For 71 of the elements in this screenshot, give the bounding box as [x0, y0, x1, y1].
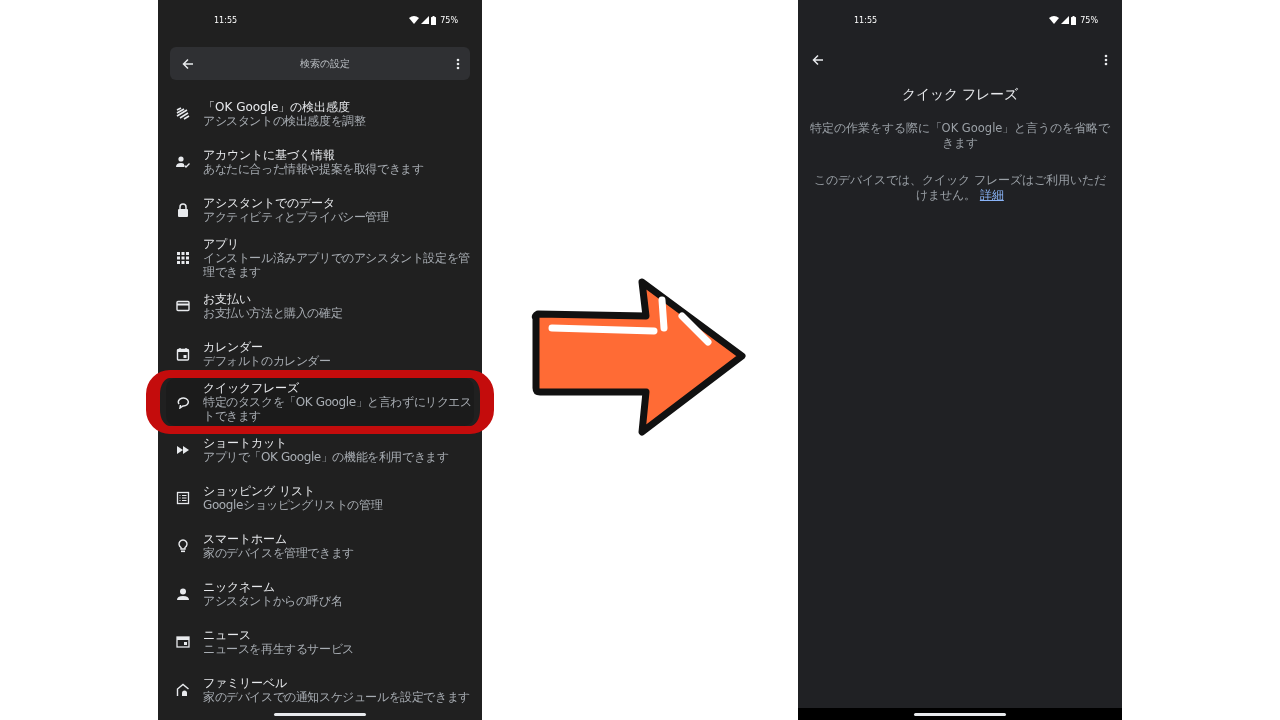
person-icon: [176, 587, 190, 601]
item-subtitle: インストール済みアプリでのアシスタント設定を管理できます: [203, 251, 471, 279]
settings-item[interactable]: アシスタントでのデータ アクティビティとプライバシー管理: [158, 186, 482, 234]
settings-item[interactable]: スマートホーム 家のデバイスを管理できます: [158, 522, 482, 570]
signal-icon: [1061, 16, 1070, 24]
settings-item[interactable]: クイックフレーズ 特定のタスクを「OK Google」と言わずにリクエストできます: [166, 378, 474, 426]
page-title: クイック フレーズ: [900, 86, 1020, 104]
item-subtitle: 家のデバイスを管理できます: [203, 546, 354, 560]
wifi-icon: [1049, 16, 1060, 24]
unavailable-notice: このデバイスでは、クイック フレーズはご利用いただけません。 詳細: [814, 173, 1106, 203]
item-title: お支払い: [203, 292, 252, 306]
more-menu-icon[interactable]: [456, 57, 460, 70]
item-title: アプリ: [203, 237, 240, 251]
item-subtitle: アクティビティとプライバシー管理: [203, 210, 389, 224]
battery-icon: [1071, 15, 1077, 25]
item-subtitle: アプリで「OK Google」の機能を利用できます: [203, 450, 449, 464]
item-title: アシスタントでのデータ: [203, 196, 336, 210]
list-icon: [176, 491, 190, 505]
status-time: 11:55: [854, 15, 878, 25]
settings-item[interactable]: アプリ インストール済みアプリでのアシスタント設定を管理できます: [158, 234, 482, 282]
description-text: 特定の作業をする際に「OK Google」と言うのを省略できます: [808, 121, 1112, 151]
back-icon[interactable]: [812, 54, 824, 66]
item-subtitle: アシスタントの検出感度を調整: [203, 114, 366, 128]
item-subtitle: デフォルトのカレンダー: [203, 354, 331, 368]
fast-forward-icon: [176, 443, 190, 457]
settings-item[interactable]: ニュース ニュースを再生するサービス: [158, 618, 482, 666]
item-title: ファミリーベル: [203, 676, 288, 690]
speech-bubble-icon: [176, 395, 190, 409]
item-title: スマートホーム: [203, 532, 288, 546]
item-subtitle: お支払い方法と購入の確定: [203, 306, 343, 320]
item-subtitle: アシスタントからの呼び名: [203, 594, 343, 608]
lock-icon: [176, 203, 190, 217]
item-title: ショートカット: [203, 436, 288, 450]
more-menu-icon[interactable]: [1104, 54, 1108, 66]
settings-item[interactable]: ショッピング リスト Googleショッピングリストの管理: [158, 474, 482, 522]
item-subtitle: 特定のタスクを「OK Google」と言わずにリクエストできます: [203, 395, 473, 423]
wifi-icon: [409, 16, 420, 24]
home-bell-icon: [176, 683, 190, 697]
item-title: ニュース: [203, 628, 252, 642]
settings-item[interactable]: ニックネーム アシスタントからの呼び名: [158, 570, 482, 618]
item-title: アカウントに基づく情報: [203, 148, 336, 162]
card-icon: [176, 299, 190, 313]
item-subtitle: Googleショッピングリストの管理: [203, 498, 383, 512]
settings-item[interactable]: ファミリーベル 家のデバイスでの通知スケジュールを設定できます: [158, 666, 482, 714]
item-subtitle: ニュースを再生するサービス: [203, 642, 354, 656]
person-check-icon: [176, 155, 190, 169]
details-link[interactable]: 詳細: [979, 188, 1004, 202]
battery-percent: 75%: [440, 15, 458, 25]
item-title: カレンダー: [203, 340, 264, 354]
status-time: 11:55: [214, 15, 238, 25]
news-icon: [176, 635, 190, 649]
battery-icon: [431, 15, 437, 25]
item-title: 「OK Google」の検出感度: [203, 100, 352, 114]
lightbulb-icon: [176, 539, 190, 553]
battery-percent: 75%: [1080, 15, 1098, 25]
grid-icon: [176, 251, 190, 265]
item-subtitle: 家のデバイスでの通知スケジュールを設定できます: [203, 690, 470, 704]
settings-item[interactable]: アカウントに基づく情報 あなたに合った情報や提案を取得できます: [158, 138, 482, 186]
settings-item[interactable]: カレンダー デフォルトのカレンダー: [158, 330, 482, 378]
item-title: ニックネーム: [203, 580, 276, 594]
back-icon[interactable]: [182, 57, 194, 70]
settings-item[interactable]: お支払い お支払い方法と購入の確定: [158, 282, 482, 330]
signal-icon: [421, 16, 430, 24]
item-subtitle: あなたに合った情報や提案を取得できます: [203, 162, 424, 176]
item-title: クイックフレーズ: [203, 381, 300, 395]
settings-item[interactable]: 「OK Google」の検出感度 アシスタントの検出感度を調整: [158, 90, 482, 138]
calendar-icon: [176, 347, 190, 361]
settings-item[interactable]: ショートカット アプリで「OK Google」の機能を利用できます: [158, 426, 482, 474]
toolbar-title: 検索の設定: [299, 56, 351, 71]
sensitivity-icon: [176, 107, 190, 121]
item-title: ショッピング リスト: [203, 484, 316, 498]
